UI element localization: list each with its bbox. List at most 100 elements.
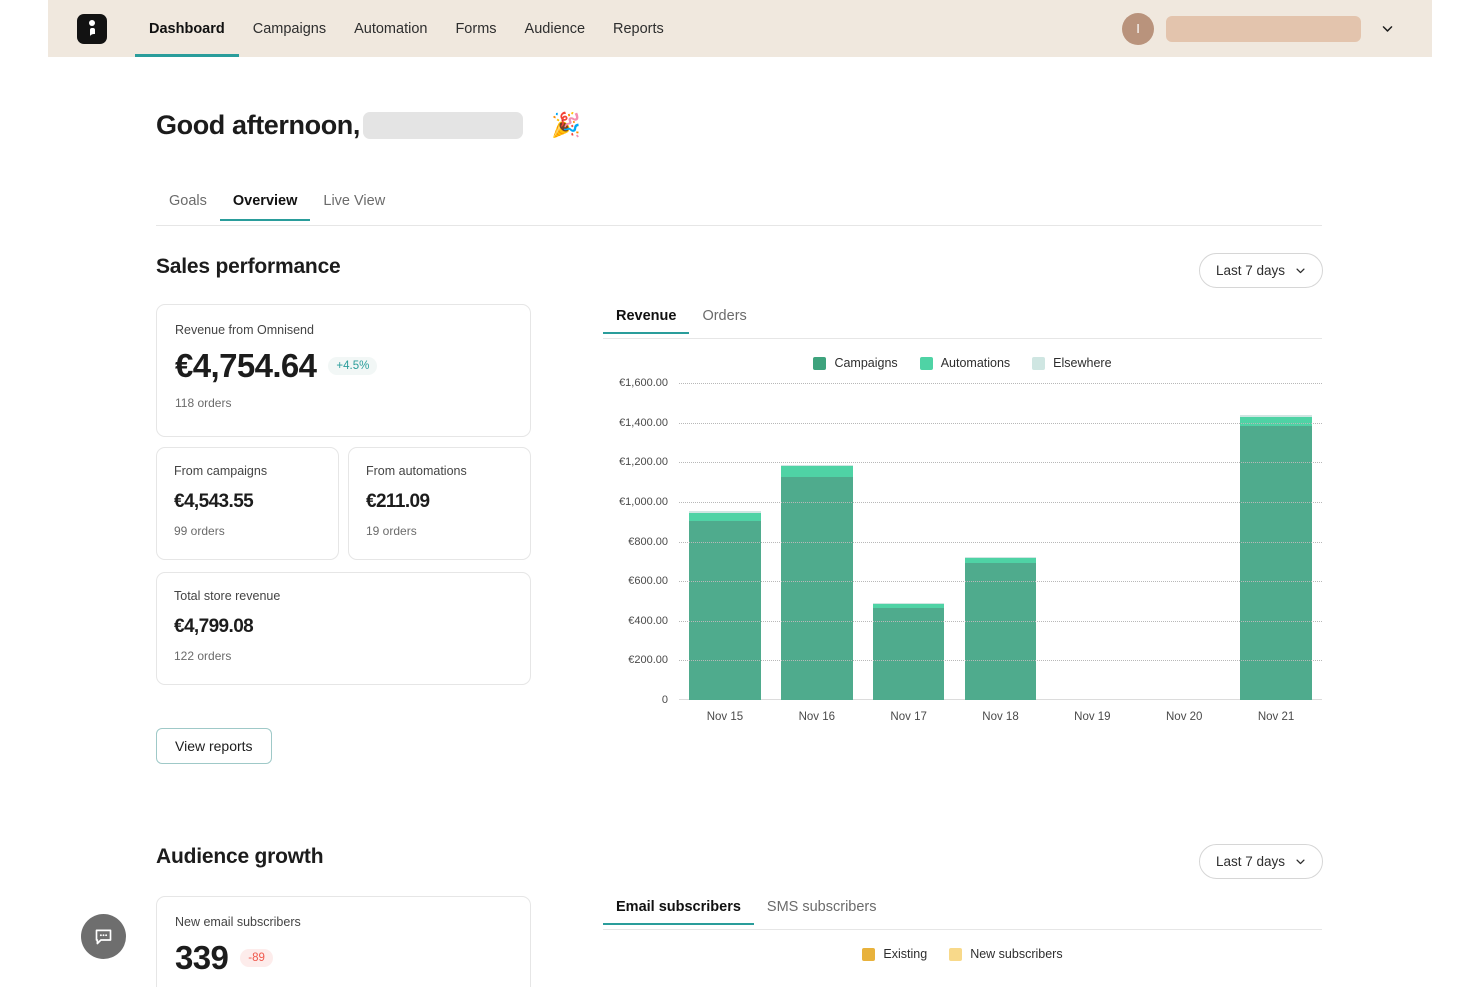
button-label: View reports (175, 738, 253, 754)
card-total-store-revenue: Total store revenue €4,799.08 122 orders (156, 572, 531, 685)
avatar[interactable]: I (1122, 12, 1154, 45)
range-label: Last 7 days (1216, 854, 1286, 869)
gridline (679, 581, 1322, 583)
chart-tab-revenue[interactable]: Revenue (603, 308, 690, 334)
gridline (679, 462, 1322, 464)
gridline (679, 620, 1322, 622)
x-axis-tick-label: Nov 21 (1257, 711, 1295, 723)
card-value: €4,754.64 (175, 347, 317, 384)
audience-plot-area: 100000 (603, 976, 1322, 987)
revenue-chart-panel: Revenue Orders Campaigns Automations Els… (603, 308, 1322, 723)
stacked-bar[interactable] (872, 602, 945, 700)
sales-performance-title: Sales performance (156, 255, 341, 278)
tab-label: Goals (169, 193, 207, 209)
card-delta-badge: -89 (240, 949, 273, 967)
legend-item-new-subscribers: New subscribers (949, 947, 1063, 961)
card-label: Total store revenue (174, 589, 281, 603)
card-value: €4,799.08 (174, 616, 254, 637)
gridline (679, 541, 1322, 543)
legend-label: Automations (940, 356, 1011, 370)
revenue-x-axis-labels: Nov 15 Nov 16 Nov 17 Nov 18 Nov 19 Nov 20 Nov … (679, 711, 1322, 723)
nav-label: Automation (354, 20, 428, 37)
bar-segment-automations (1240, 416, 1312, 426)
gridline (679, 383, 1322, 384)
x-axis-tick-label: Nov 15 (706, 711, 744, 723)
revenue-chart-legend: Campaigns Automations Elsewhere (603, 356, 1322, 370)
bar-segment-campaigns (689, 520, 761, 700)
legend-swatch (862, 947, 876, 961)
y-axis-tick-label: €1,200.00 (619, 456, 668, 469)
card-subtext: 118 orders (175, 396, 232, 410)
legend-label: Elsewhere (1053, 356, 1112, 370)
chart-tab-orders[interactable]: Orders (689, 308, 759, 333)
nav-item-dashboard[interactable]: Dashboard (135, 0, 239, 57)
tab-label: Live View (323, 193, 386, 209)
account-name-redacted (1166, 15, 1361, 42)
x-axis-tick-label: Nov 16 (798, 711, 835, 723)
legend-swatch (813, 356, 827, 370)
card-value: €211.09 (366, 491, 430, 512)
y-axis-tick-label: €400.00 (628, 614, 668, 627)
revenue-chart-tabs: Revenue Orders (603, 308, 1322, 339)
tab-label: Email subscribers (616, 899, 741, 915)
range-label: Last 7 days (1216, 263, 1286, 278)
tab-live-view[interactable]: Live View (310, 193, 398, 220)
legend-swatch (919, 356, 933, 370)
nav-item-forms[interactable]: Forms (441, 0, 510, 57)
avatar-initial: I (1136, 21, 1140, 36)
card-label: From automations (366, 464, 467, 478)
audience-chart-legend: Existing New subscribers (603, 947, 1322, 961)
y-axis-tick-label: €1,000.00 (619, 495, 668, 508)
overview-tabs: Goals Overview Live View (156, 193, 1322, 226)
chat-widget-button[interactable] (81, 914, 126, 959)
chevron-down-icon (1296, 268, 1305, 274)
x-axis-tick-label: Nov 19 (1074, 711, 1111, 723)
nav-item-reports[interactable]: Reports (599, 0, 678, 57)
nav-label: Campaigns (252, 20, 327, 37)
legend-item-automations: Automations (919, 356, 1011, 370)
y-axis-tick-label: €1,400.00 (619, 416, 668, 429)
card-revenue-from-omnisend: Revenue from Omnisend €4,754.64 +4.5% 11… (156, 304, 531, 437)
dashboard-page: Dashboard Campaigns Automation Forms Aud… (0, 0, 1480, 987)
bar-segment-campaigns (1240, 425, 1312, 700)
chevron-down-icon[interactable] (1381, 22, 1394, 35)
card-new-email-subscribers: New email subscribers 339 -89 (156, 896, 531, 987)
legend-label: Campaigns (834, 356, 898, 370)
nav-item-campaigns[interactable]: Campaigns (239, 0, 340, 57)
stacked-bar[interactable] (964, 556, 1037, 700)
stacked-bar[interactable] (780, 465, 853, 700)
audience-date-range-selector[interactable]: Last 7 days (1199, 844, 1324, 879)
bar-segment-campaigns (780, 476, 853, 700)
bar-segment-campaigns (964, 562, 1037, 700)
legend-swatch (1032, 356, 1046, 370)
tab-label: Overview (232, 193, 298, 209)
x-axis-tick-label: Nov 18 (982, 711, 1019, 723)
nav-item-audience[interactable]: Audience (511, 0, 599, 57)
party-popper-icon: 🎉 (550, 112, 581, 139)
account-menu[interactable]: I (1122, 12, 1432, 45)
chart-tab-email-subscribers[interactable]: Email subscribers (603, 899, 754, 925)
card-subtext: 99 orders (174, 524, 225, 538)
tab-goals[interactable]: Goals (156, 193, 220, 220)
x-axis-tick-label: Nov 17 (890, 711, 927, 723)
legend-swatch (949, 947, 963, 961)
audience-chart-tabs: Email subscribers SMS subscribers (603, 899, 1322, 930)
nav-label: Dashboard (149, 20, 225, 37)
user-name-redacted (362, 112, 523, 139)
nav-item-automation[interactable]: Automation (340, 0, 441, 57)
chart-tab-sms-subscribers[interactable]: SMS subscribers (754, 899, 890, 924)
view-reports-button[interactable]: View reports (156, 728, 272, 764)
chevron-down-icon (1296, 859, 1305, 865)
stacked-bar[interactable] (689, 510, 761, 700)
card-label: Revenue from Omnisend (175, 323, 314, 337)
audience-growth-title: Audience growth (156, 845, 324, 868)
tab-overview[interactable]: Overview (219, 193, 311, 221)
x-axis-tick-label: Nov 20 (1166, 711, 1203, 723)
sales-date-range-selector[interactable]: Last 7 days (1199, 253, 1324, 288)
omnisend-logo-icon[interactable] (77, 13, 107, 44)
tab-label: Orders (702, 308, 747, 324)
stacked-bar[interactable] (1240, 414, 1312, 700)
top-navigation-bar: Dashboard Campaigns Automation Forms Aud… (48, 0, 1432, 57)
gridline (679, 660, 1322, 662)
bar-segment-campaigns (872, 608, 945, 700)
